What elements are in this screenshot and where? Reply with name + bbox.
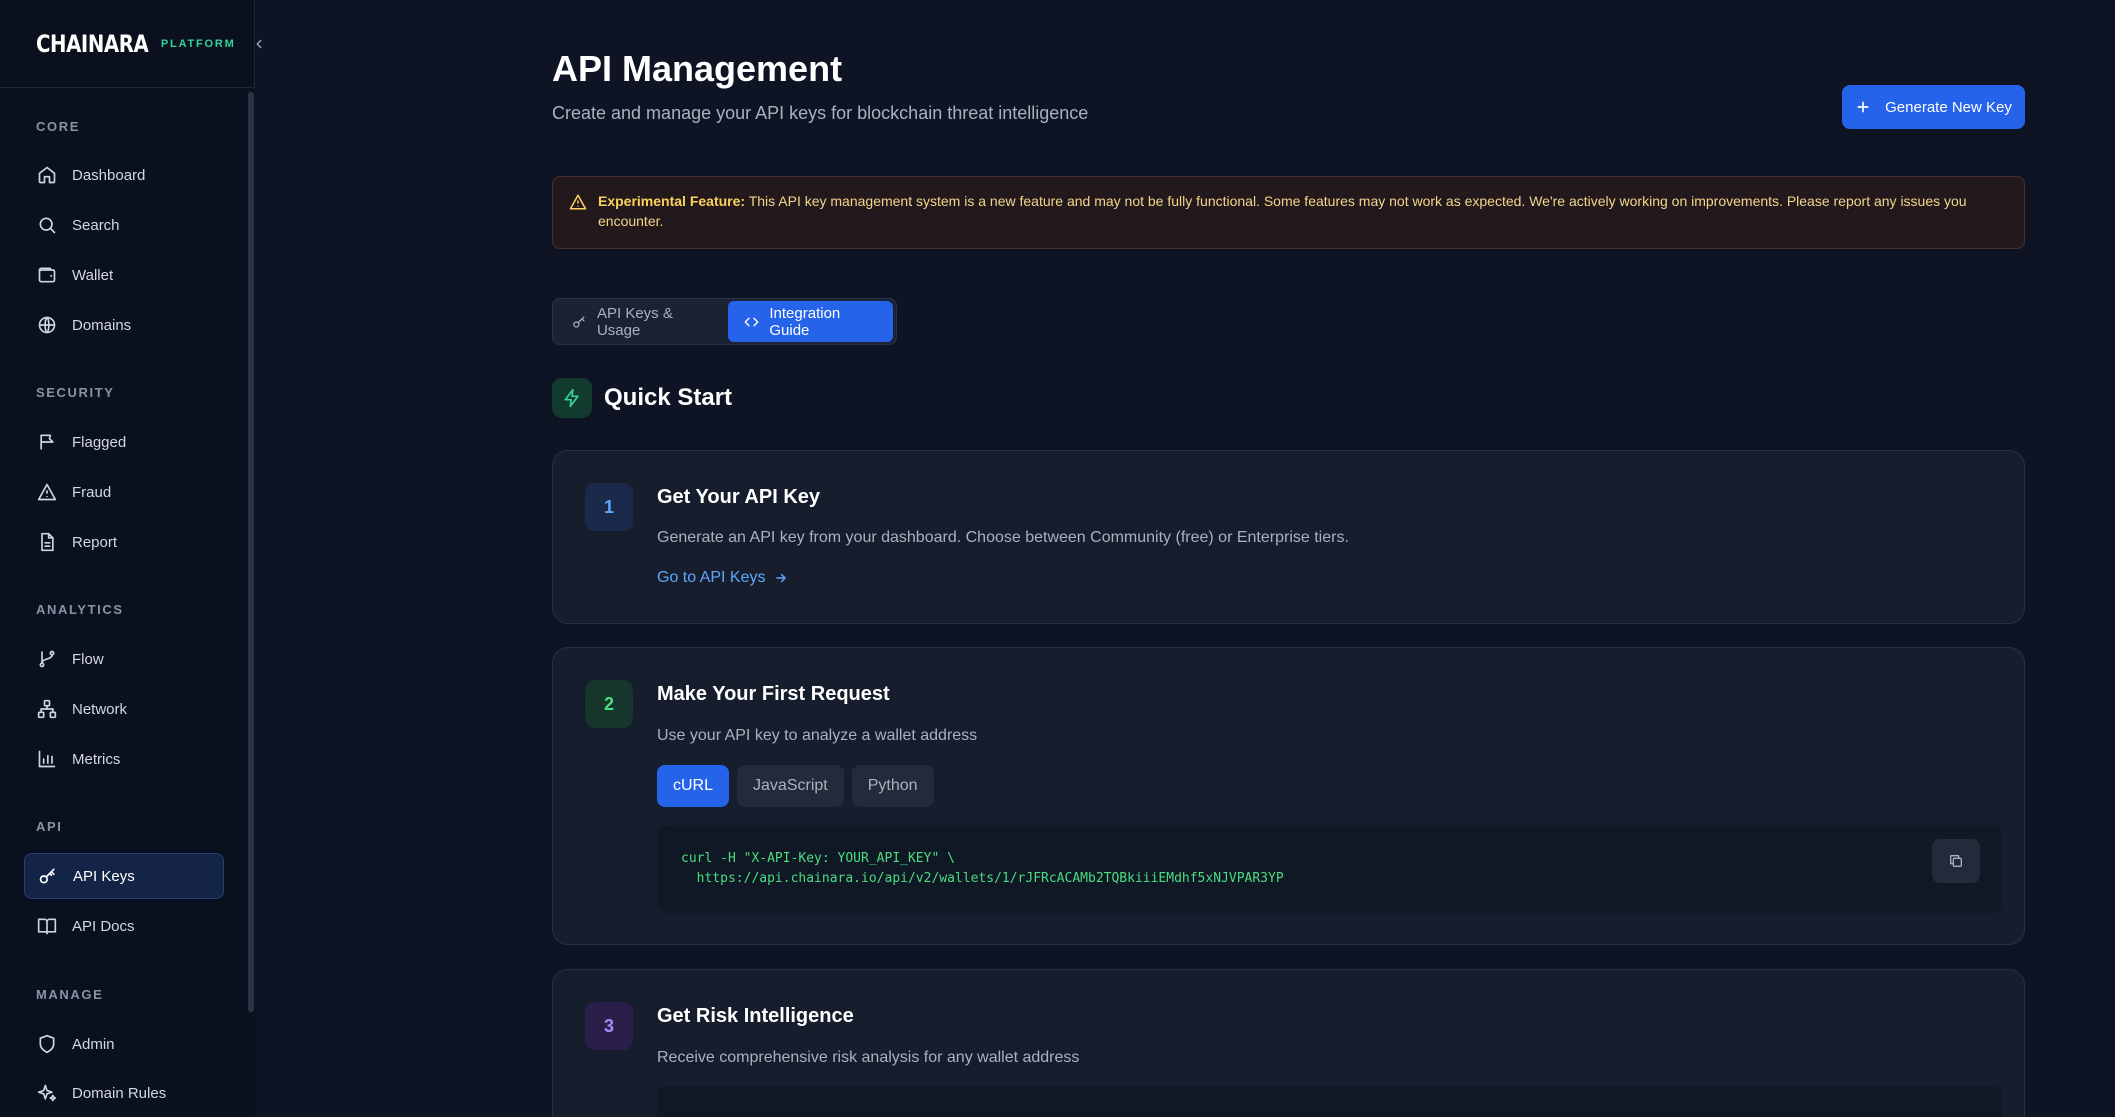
tab-label: API Keys & Usage [596,304,673,339]
sidebar-item-label: Dashboard [72,166,146,184]
copy-code-button[interactable] [1932,839,1980,883]
sidebar-item-label: Metrics [72,750,121,768]
key-icon [37,865,59,887]
main-content: API Management Create and manage your AP… [255,0,2115,1117]
home-icon [36,164,58,186]
plus-icon [1857,101,1869,113]
sidebar-nav: CORE Dashboard Search Wallet Domains SEC… [0,88,246,1117]
link-label: Go to API Keys [657,569,766,586]
page-tabs: API Keys & Usage Integration Guide [552,298,897,345]
step-title: Make Your First Request [657,683,890,705]
network-icon [36,698,58,720]
alert-text: This API key management system is a new … [598,193,1967,229]
sidebar-item-domains[interactable]: Domains [24,302,224,348]
sidebar-item-dashboard[interactable]: Dashboard [24,152,224,198]
sidebar-item-flow[interactable]: Flow [24,636,224,682]
sidebar-item-label: Admin [72,1035,115,1053]
sidebar-item-fraud[interactable]: Fraud [24,469,224,515]
experimental-alert: Experimental Feature: This API key manag… [552,176,2025,249]
globe-icon [36,314,58,336]
quick-start-title: Quick Start [604,384,733,411]
lightning-icon [552,378,592,418]
git-branch-icon [36,648,58,670]
generate-new-key-button[interactable]: Generate New Key [1842,85,2025,129]
warning-icon [36,481,58,503]
bar-chart-icon [36,748,58,770]
brand-logo: CHAINARA [36,29,149,58]
sidebar-scrollbar[interactable] [248,92,254,1012]
sidebar-item-wallet[interactable]: Wallet [24,252,224,298]
step-number: 2 [585,680,633,728]
language-tabs: cURL JavaScript Python [657,765,934,807]
step-card-3: 3 Get Risk Intelligence Receive comprehe… [552,969,2025,1117]
section-title-security: SECURITY [36,385,115,400]
code-line: curl -H "X-API-Key: YOUR_API_KEY" \ [681,851,955,866]
response-code-block [657,1086,2002,1117]
tab-api-keys-usage[interactable]: API Keys & Usage [556,301,728,342]
sidebar-item-label: Flow [72,650,104,668]
section-title-core: CORE [36,119,80,134]
page-subtitle: Create and manage your API keys for bloc… [552,103,1089,123]
sidebar-item-network[interactable]: Network [24,686,224,732]
tab-label: Integration Guide [769,304,841,339]
sidebar-item-api-keys[interactable]: API Keys [24,853,224,899]
search-icon [36,214,58,236]
step-description: Receive comprehensive risk analysis for … [657,1049,1080,1066]
sidebar-item-label: Wallet [72,266,114,284]
lang-tab-javascript[interactable]: JavaScript [737,765,844,807]
sidebar-item-search[interactable]: Search [24,202,224,248]
sidebar-item-label: Domain Rules [72,1084,167,1102]
step-card-2: 2 Make Your First Request Use your API k… [552,647,2025,945]
sidebar-item-domain-rules[interactable]: Domain Rules [24,1070,224,1116]
tab-integration-guide[interactable]: Integration Guide [728,301,893,342]
sidebar-item-label: Fraud [72,483,112,501]
sidebar-item-metrics[interactable]: Metrics [24,736,224,782]
flag-icon [36,431,58,453]
brand-tag: PLATFORM [160,37,236,50]
sidebar-item-label: API Keys [73,867,135,885]
go-to-api-keys-link[interactable]: Go to API Keys [657,569,788,587]
lang-tab-python[interactable]: Python [851,765,934,807]
sidebar-item-admin[interactable]: Admin [24,1021,224,1067]
step-number: 3 [585,1002,633,1050]
sidebar-item-label: API Docs [72,917,135,935]
sparkles-icon [36,1082,58,1104]
section-title-analytics: ANALYTICS [36,602,124,617]
sidebar-item-report[interactable]: Report [24,519,224,565]
step-card-1: 1 Get Your API Key Generate an API key f… [552,450,2025,624]
sidebar-item-api-docs[interactable]: API Docs [24,903,224,949]
copy-icon [1950,855,1962,867]
code-block: curl -H "X-API-Key: YOUR_API_KEY" \ http… [657,825,2002,913]
document-icon [36,531,58,553]
sidebar-item-label: Network [72,700,128,718]
step-title: Get Your API Key [657,486,821,508]
step-number: 1 [585,483,633,531]
sidebar: CHAINARA PLATFORM CORE Dashboard Search … [0,0,262,1117]
wallet-icon [36,264,58,286]
sidebar-item-label: Domains [72,316,132,334]
section-title-manage: MANAGE [36,987,104,1002]
step-description: Generate an API key from your dashboard.… [657,529,1349,546]
sidebar-item-label: Flagged [72,433,127,451]
warning-icon [569,193,587,216]
page-title: API Management [552,48,843,89]
shield-icon [36,1033,58,1055]
code-icon [744,317,759,326]
sidebar-item-label: Report [72,533,118,551]
lang-tab-curl[interactable]: cURL [657,765,730,807]
code-line: https://api.chainara.io/api/v2/wallets/1… [681,871,1284,886]
generate-new-key-label: Generate New Key [1885,98,2012,116]
step-title: Get Risk Intelligence [657,1005,854,1027]
step-description: Use your API key to analyze a wallet add… [657,727,978,744]
key-icon [573,315,585,328]
sidebar-item-flagged[interactable]: Flagged [24,419,224,465]
brand: CHAINARA PLATFORM [0,0,262,88]
arrow-right-icon [775,573,786,583]
alert-label: Experimental Feature: [598,193,746,209]
book-icon [36,915,58,937]
sidebar-item-label: Search [72,216,120,234]
section-title-api: API [36,819,63,834]
